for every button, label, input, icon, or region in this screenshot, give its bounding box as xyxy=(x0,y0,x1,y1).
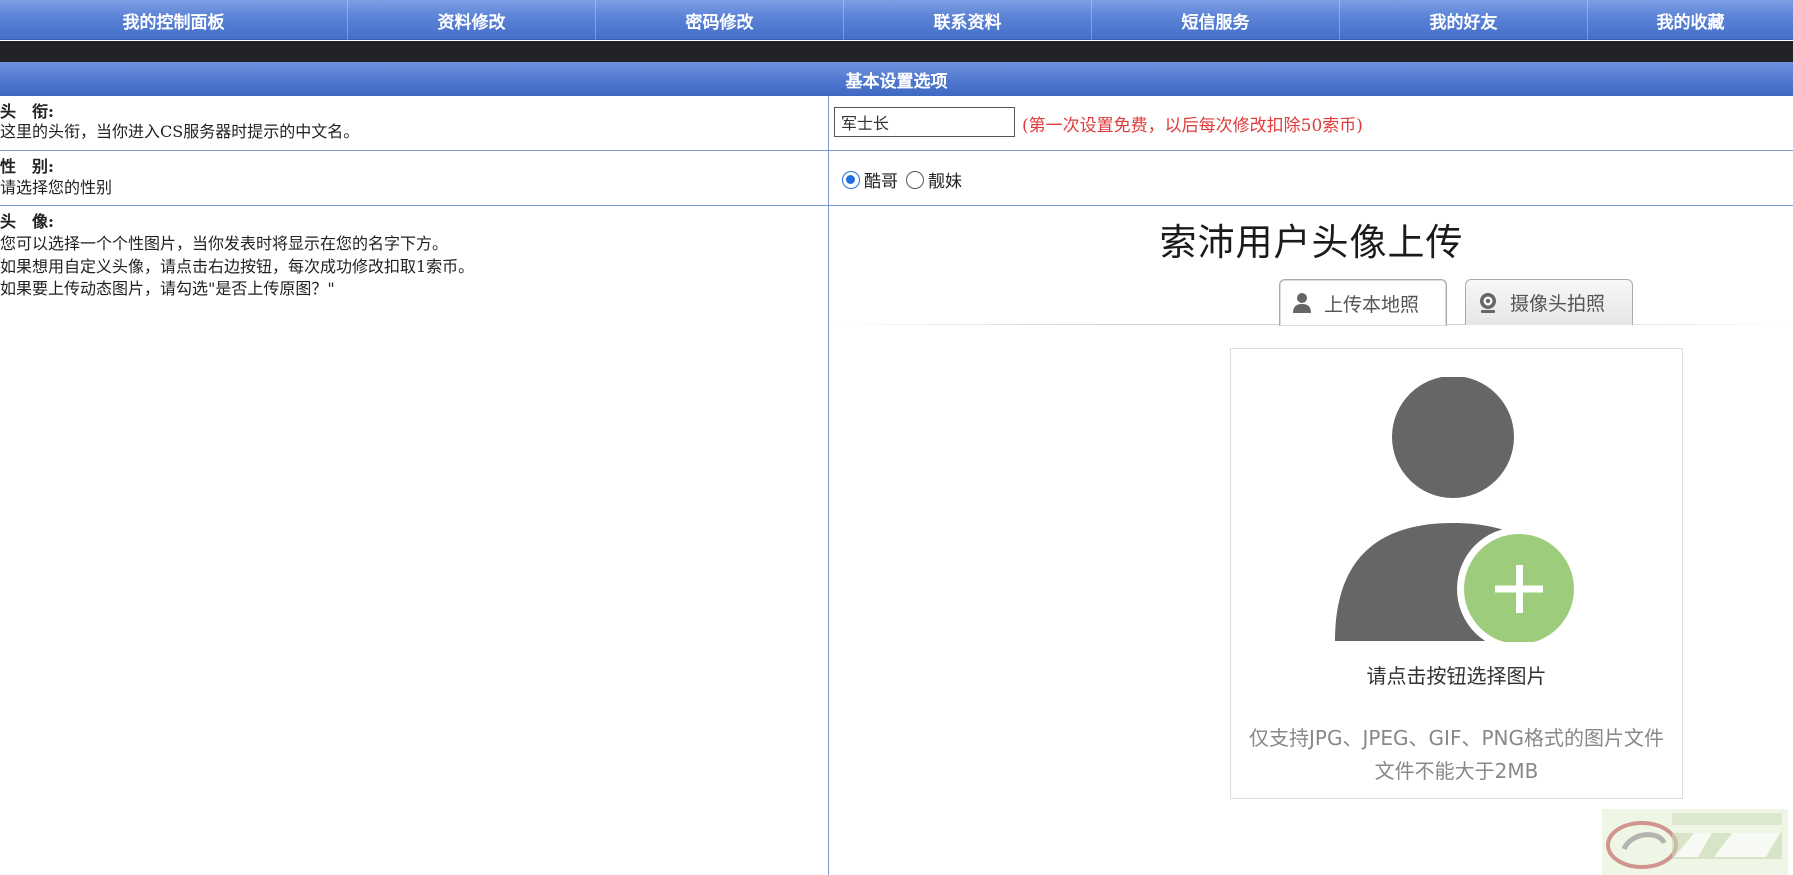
nav-item-contact[interactable]: 联系资料 xyxy=(844,0,1092,40)
section-title: 基本设置选项 xyxy=(845,71,948,92)
avatar-placeholder-icon xyxy=(1335,377,1575,642)
radio-male[interactable] xyxy=(842,170,860,189)
title-input[interactable] xyxy=(834,107,1015,137)
title-row-value-cell: (第一次设置免费，以后每次修改扣除50索币) xyxy=(830,96,1793,150)
avatar-label: 头 像: xyxy=(0,212,54,231)
section-header: 基本设置选项 xyxy=(0,62,1793,96)
site-logo-watermark xyxy=(1602,809,1788,875)
file-format-note: 仅支持JPG、JPEG、GIF、PNG格式的图片文件 xyxy=(1249,726,1664,750)
uploader-title: 索沛用户头像上传 xyxy=(1159,221,1464,264)
nav-item-favorites[interactable]: 我的收藏 xyxy=(1588,0,1793,40)
gender-label: 性 别: xyxy=(0,157,54,176)
avatar-desc-line-2: 如果想用自定义头像，请点击右边按钮，每次成功修改扣取1索币。 xyxy=(0,257,475,276)
nav-item-sms[interactable]: 短信服务 xyxy=(1092,0,1340,40)
file-size-note: 文件不能大于2MB xyxy=(1374,759,1539,783)
title-row: 头 衔: 这里的头衔，当你进入CS服务器时提示的中文名。 (第一次设置免费，以后… xyxy=(0,96,1793,151)
user-icon xyxy=(1293,293,1311,313)
gender-row: 性 别: 请选择您的性别 酷哥 靓妹 xyxy=(0,151,1793,206)
nav-item-control-panel[interactable]: 我的控制面板 xyxy=(0,0,348,40)
choose-image-hint: 请点击按钮选择图片 xyxy=(1366,664,1547,688)
nav-item-password[interactable]: 密码修改 xyxy=(596,0,844,40)
tab-webcam[interactable]: 摄像头拍照 xyxy=(1465,279,1633,325)
avatar-desc-line-3: 如果要上传动态图片，请勾选"是否上传原图？" xyxy=(0,279,335,298)
gender-option-female[interactable]: 靓妹 xyxy=(906,167,962,192)
tab-upload-local-label: 上传本地照 xyxy=(1324,293,1420,316)
webcam-icon xyxy=(1480,292,1496,313)
gender-row-label-cell: 性 别: 请选择您的性别 xyxy=(0,151,829,205)
top-nav: 我的控制面板 资料修改 密码修改 联系资料 短信服务 我的好友 我的收藏 xyxy=(0,0,1793,40)
tab-webcam-label: 摄像头拍照 xyxy=(1510,293,1606,315)
avatar-row: 头 像: 您可以选择一个个性图片，当你发表时将显示在您的名字下方。 如果想用自定… xyxy=(0,206,1793,875)
avatar-row-label-cell: 头 像: 您可以选择一个个性图片，当你发表时将显示在您的名字下方。 如果想用自定… xyxy=(0,206,829,875)
gender-row-value-cell: 酷哥 靓妹 xyxy=(830,151,1793,205)
gender-option-male[interactable]: 酷哥 xyxy=(842,167,898,192)
fee-note: (第一次设置免费，以后每次修改扣除50索币) xyxy=(1022,116,1363,136)
dark-divider-bar xyxy=(0,41,1793,62)
title-row-label-cell: 头 衔: 这里的头衔，当你进入CS服务器时提示的中文名。 xyxy=(0,96,829,150)
file-support-note: 仅支持JPG、JPEG、GIF、PNG格式的图片文件 文件不能大于2MB xyxy=(1231,722,1682,788)
gender-option-male-label: 酷哥 xyxy=(864,172,898,192)
gender-desc: 请选择您的性别 xyxy=(0,178,113,197)
radio-female[interactable] xyxy=(906,170,924,189)
gender-option-female-label: 靓妹 xyxy=(928,172,962,192)
nav-item-friends[interactable]: 我的好友 xyxy=(1340,0,1588,40)
avatar-desc-line-1: 您可以选择一个个性图片，当你发表时将显示在您的名字下方。 xyxy=(0,234,449,253)
tab-upload-local[interactable]: 上传本地照 xyxy=(1279,279,1447,326)
title-desc: 这里的头衔，当你进入CS服务器时提示的中文名。 xyxy=(0,122,360,141)
gender-radio-group: 酷哥 靓妹 xyxy=(842,167,970,192)
avatar-uploader: 索沛用户头像上传 上传本地照 摄像头拍照 请点击按钮选择图片 仅支持JPG、JP… xyxy=(830,206,1793,875)
nav-item-profile-edit[interactable]: 资料修改 xyxy=(348,0,596,40)
image-select-area[interactable]: 请点击按钮选择图片 仅支持JPG、JPEG、GIF、PNG格式的图片文件 文件不… xyxy=(1230,348,1683,799)
title-label: 头 衔: xyxy=(0,102,54,121)
